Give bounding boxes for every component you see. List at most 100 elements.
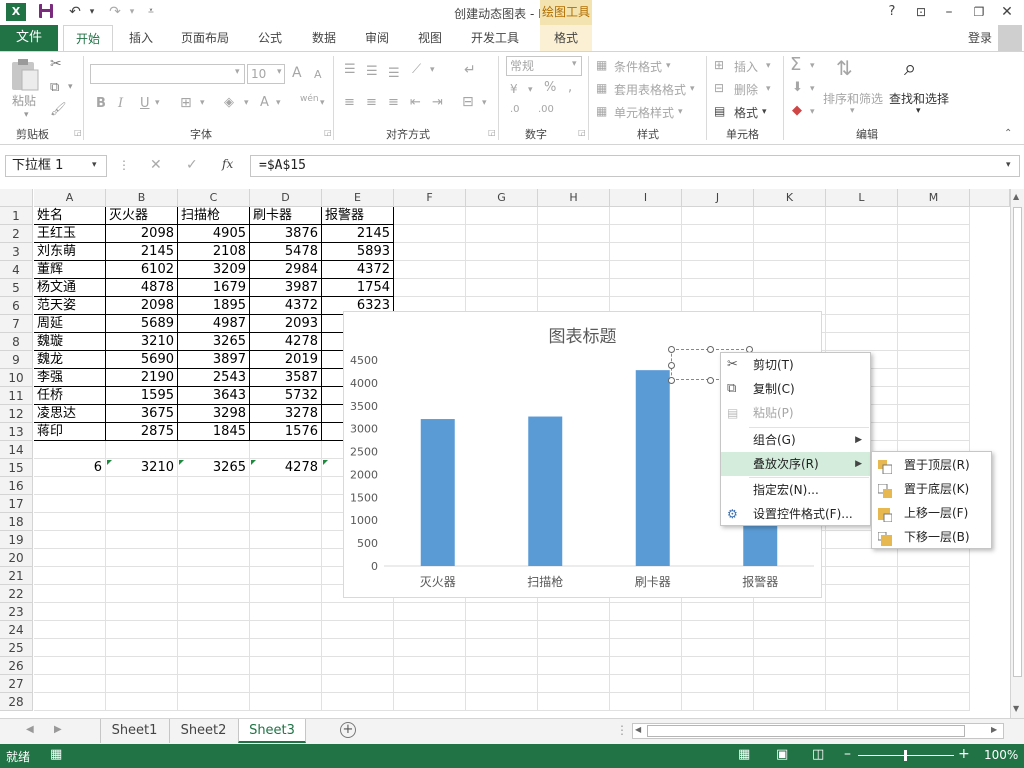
cell[interactable] [466,207,538,225]
selection-handle[interactable] [668,346,675,353]
cell[interactable] [754,207,826,225]
number-format-dropdown-icon[interactable]: ▾ [572,59,577,69]
cell[interactable] [826,567,898,585]
page-break-view-icon[interactable]: ◫ [812,747,824,762]
tab-view[interactable]: 视图 [408,25,452,51]
row-header[interactable]: 22 [0,585,33,603]
macro-record-icon[interactable]: ▦ [50,747,62,762]
table-cell[interactable]: 2875 [106,423,178,441]
cell[interactable] [826,297,898,315]
cell[interactable] [466,225,538,243]
table-cell[interactable]: 4278 [250,333,322,351]
table-cell[interactable]: 6102 [106,261,178,279]
cell[interactable] [754,675,826,693]
error-indicator-icon[interactable] [323,460,328,465]
font-color-dropdown-icon[interactable]: ▾ [276,98,281,108]
font-name-dropdown-icon[interactable]: ▾ [235,67,240,77]
table-cell[interactable]: 3210 [106,333,178,351]
row-header[interactable]: 28 [0,693,33,711]
table-cell[interactable]: 2019 [250,351,322,369]
bar[interactable] [635,370,670,566]
cell[interactable] [394,639,466,657]
table-cell[interactable]: 3209 [178,261,250,279]
cell[interactable] [826,279,898,297]
help-icon[interactable]: ? [884,3,900,21]
submenu-send-to-back[interactable]: 置于底层(K) [872,477,991,501]
cell[interactable] [538,279,610,297]
linked-value-cell[interactable]: 3265 [178,459,250,477]
restore-icon[interactable]: ❐ [970,3,988,21]
table-cell[interactable]: 2093 [250,315,322,333]
row-header[interactable]: 16 [0,477,33,495]
tab-developer[interactable]: 开发工具 [462,25,528,51]
cell[interactable] [34,639,106,657]
cell[interactable] [250,639,322,657]
table-cell[interactable]: 1679 [178,279,250,297]
cell[interactable] [826,333,898,351]
copy-dropdown-icon[interactable]: ▾ [68,82,73,92]
fill-color-icon[interactable]: ◈ [224,95,234,110]
table-format-button[interactable]: 套用表格格式 [614,81,686,98]
zoom-level[interactable]: 100% [984,748,1018,762]
cell[interactable] [682,243,754,261]
cell[interactable] [178,567,250,585]
row-header[interactable]: 3 [0,243,33,261]
cell[interactable] [682,675,754,693]
cell[interactable] [898,567,970,585]
insert-function-icon[interactable]: fx [222,157,233,171]
table-format-icon[interactable]: ▦ [596,81,607,95]
table-cell[interactable]: 2984 [250,261,322,279]
table-cell[interactable]: 4372 [250,297,322,315]
bar-partially-hidden[interactable] [743,522,778,566]
decrease-indent-icon[interactable]: ⇤ [410,95,421,110]
cell[interactable] [754,639,826,657]
cell[interactable] [106,693,178,711]
table-cell[interactable]: 4905 [178,225,250,243]
cell[interactable] [178,621,250,639]
cell[interactable] [826,315,898,333]
cell[interactable] [898,639,970,657]
table-cell[interactable]: 5689 [106,315,178,333]
cell[interactable] [898,693,970,711]
table-cell[interactable]: 2098 [106,297,178,315]
paste-dropdown-icon[interactable]: ▾ [24,110,29,120]
cell-style-dropdown-icon[interactable]: ▾ [678,107,683,117]
cell[interactable] [538,675,610,693]
cell[interactable] [898,387,970,405]
cell[interactable] [610,207,682,225]
table-cell[interactable]: 2108 [178,243,250,261]
cell[interactable] [394,657,466,675]
table-cell[interactable]: 3643 [178,387,250,405]
cell[interactable] [682,225,754,243]
row-header[interactable]: 10 [0,369,33,387]
table-cell[interactable]: 2145 [106,243,178,261]
table-cell[interactable]: 任桥 [34,387,106,405]
linked-value-cell[interactable]: 6 [34,459,106,477]
table-header-cell[interactable]: 刷卡器 [250,207,322,225]
table-format-dropdown-icon[interactable]: ▾ [690,84,695,94]
row-header[interactable]: 12 [0,405,33,423]
sheet-tab-1[interactable]: Sheet1 [100,719,168,743]
cell[interactable] [106,567,178,585]
bar[interactable] [528,416,563,566]
cell[interactable] [898,603,970,621]
format-painter-icon[interactable]: 🖌 [50,102,67,117]
table-cell[interactable]: 3265 [178,333,250,351]
table-header-cell[interactable]: 报警器 [322,207,394,225]
cell[interactable] [250,657,322,675]
cell[interactable] [250,495,322,513]
sheet-tab-2[interactable]: Sheet2 [169,719,237,743]
cell[interactable] [34,621,106,639]
font-launcher-icon[interactable]: ◲ [324,128,332,137]
conditional-format-dropdown-icon[interactable]: ▾ [666,61,671,71]
table-cell[interactable]: 5690 [106,351,178,369]
cell[interactable] [250,513,322,531]
cell[interactable] [106,603,178,621]
zoom-out-icon[interactable]: – [844,746,851,762]
normal-view-icon[interactable]: ▦ [738,747,750,762]
cell[interactable] [394,621,466,639]
tab-review[interactable]: 审阅 [355,25,399,51]
format-cells-icon[interactable]: ▤ [714,104,725,118]
table-header-cell[interactable]: 灭火器 [106,207,178,225]
cell[interactable] [466,603,538,621]
